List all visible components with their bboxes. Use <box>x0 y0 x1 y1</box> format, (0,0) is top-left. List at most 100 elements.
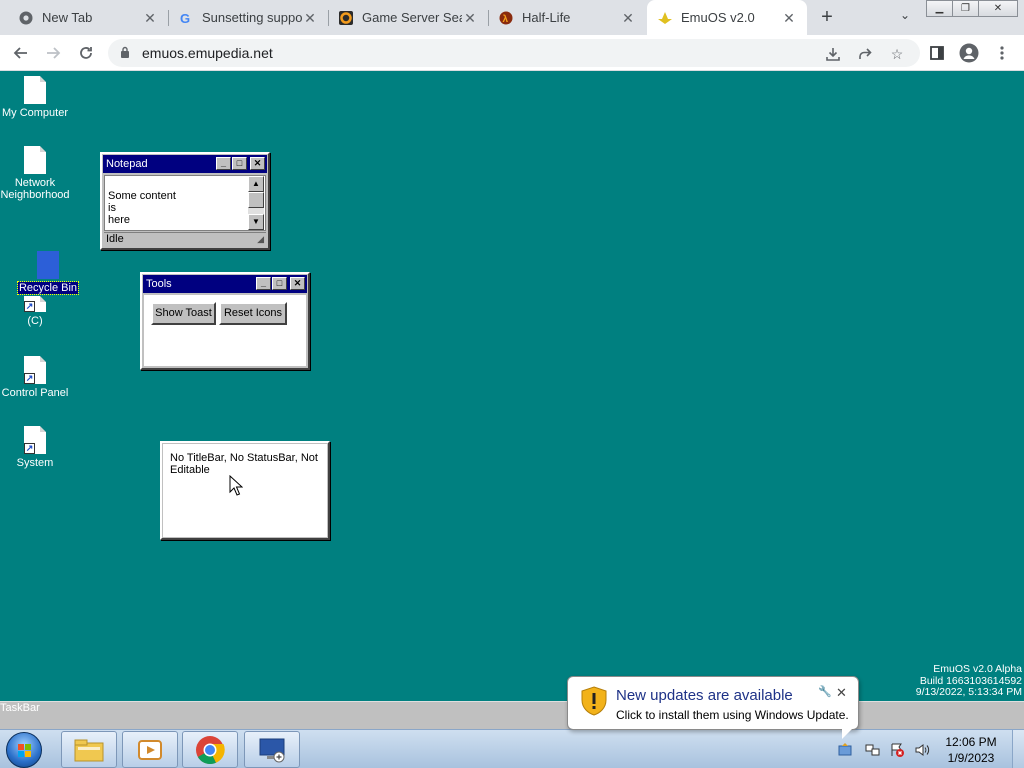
desktop-icon-my-computer[interactable]: My Computer <box>0 76 70 119</box>
close-icon[interactable]: ✕ <box>302 10 318 26</box>
start-button[interactable] <box>6 732 42 768</box>
browser-toolbar: emuos.emupedia.net ☆ <box>0 35 1024 71</box>
restore-button[interactable]: ❐ <box>952 0 979 17</box>
tab-search-button[interactable]: ⌄ <box>895 8 915 28</box>
scroll-thumb[interactable] <box>248 192 264 208</box>
action-center-icon[interactable] <box>889 742 905 758</box>
status-bar: Idle ◢ <box>104 232 266 246</box>
window-title: Tools <box>146 278 172 290</box>
tab-new-tab[interactable]: New Tab ✕ <box>8 0 168 35</box>
close-button[interactable]: ✕ <box>290 277 305 290</box>
emuos-icon <box>657 10 673 26</box>
build-info-line: 9/13/2022, 5:13:34 PM <box>915 686 1022 698</box>
text-line: here <box>108 214 131 226</box>
network-icon[interactable] <box>865 742 881 758</box>
wrench-icon[interactable]: 🔧 <box>818 685 832 698</box>
windows-update-icon[interactable] <box>837 742 853 758</box>
close-icon[interactable]: ✕ <box>142 10 158 26</box>
notepad-window[interactable]: Notepad _ □ ✕ Some content is here ▲ ▼ I… <box>100 152 270 250</box>
tab-sunsetting[interactable]: G Sunsetting suppo ✕ <box>168 0 328 35</box>
side-panel-button[interactable] <box>925 41 949 65</box>
close-icon[interactable]: ✕ <box>781 10 797 26</box>
emuos-taskbar[interactable]: TaskBar <box>0 701 1024 729</box>
taskbar-remote-desktop[interactable] <box>244 731 300 768</box>
windows-taskbar: 12:06 PM 1/9/2023 <box>0 729 1024 768</box>
desktop-icon-label: System <box>16 457 54 469</box>
windows-logo-icon <box>18 744 31 757</box>
scroll-down-button[interactable]: ▼ <box>248 214 264 230</box>
tools-titlebar[interactable]: Tools _ □ ✕ <box>143 275 307 293</box>
address-bar[interactable]: emuos.emupedia.net ☆ <box>108 39 920 67</box>
emuos-desktop[interactable]: My Computer Network Neighborhood Recycle… <box>0 71 1024 701</box>
volume-icon[interactable] <box>914 742 930 758</box>
new-tab-button[interactable]: + <box>815 6 839 30</box>
notification-title: New updates are available <box>616 687 793 704</box>
update-notification-balloon[interactable]: New updates are available Click to insta… <box>567 676 859 739</box>
close-icon[interactable]: ✕ <box>462 10 478 26</box>
plain-window[interactable]: No TitleBar, No StatusBar, Not Editable <box>160 441 330 540</box>
explorer-icon <box>74 739 104 761</box>
close-button[interactable]: ✕ <box>250 157 265 170</box>
close-icon[interactable]: ✕ <box>620 10 636 26</box>
tab-half-life[interactable]: λ Half-Life ✕ <box>488 0 646 35</box>
taskbar-explorer[interactable] <box>61 731 117 768</box>
share-icon[interactable] <box>856 45 874 63</box>
tools-content: Show Toast Reset Icons <box>144 295 306 366</box>
browser-tab-strip: New Tab ✕ G Sunsetting suppo ✕ Game Serv… <box>0 0 1024 35</box>
window-title: Notepad <box>106 158 148 170</box>
window-close-button[interactable]: ✕ <box>978 0 1018 17</box>
tab-title: Game Server Sea <box>362 10 462 25</box>
side-panel-icon <box>930 46 944 60</box>
build-info-line: EmuOS v2.0 Alpha <box>933 663 1022 675</box>
desktop-icon-control-panel[interactable]: ↗ Control Panel <box>0 356 70 399</box>
tab-emuos[interactable]: EmuOS v2.0 ✕ <box>647 0 807 35</box>
forward-button[interactable] <box>41 41 65 65</box>
desktop-icon-network-neighborhood[interactable]: Network Neighborhood <box>0 146 70 201</box>
kebab-menu-icon <box>1000 46 1004 60</box>
maximize-button[interactable]: □ <box>272 277 287 290</box>
taskbar-media-player[interactable] <box>122 731 178 768</box>
notepad-text-area[interactable]: Some content is here ▲ ▼ <box>104 175 266 231</box>
tab-title: Half-Life <box>522 10 571 25</box>
desktop-icon-label: My Computer <box>1 107 69 119</box>
tools-window[interactable]: Tools _ □ ✕ Show Toast Reset Icons <box>140 272 310 370</box>
notepad-titlebar[interactable]: Notepad _ □ ✕ <box>103 155 267 173</box>
taskbar-chrome[interactable] <box>182 731 238 768</box>
resize-grip-icon[interactable]: ◢ <box>257 233 264 246</box>
bookmark-star-icon[interactable]: ☆ <box>888 45 906 63</box>
tab-game-server[interactable]: Game Server Sea ✕ <box>328 0 488 35</box>
half-life-icon: λ <box>498 10 514 26</box>
minimize-button[interactable]: _ <box>256 277 271 290</box>
show-desktop-button[interactable] <box>1012 730 1024 768</box>
svg-text:λ: λ <box>503 14 509 25</box>
reload-button[interactable] <box>74 41 98 65</box>
system-clock[interactable]: 12:06 PM 1/9/2023 <box>938 734 1004 766</box>
warning-shield-icon <box>581 686 607 716</box>
text-line: is <box>108 202 116 214</box>
vertical-scrollbar[interactable]: ▲ ▼ <box>248 176 264 230</box>
profile-button[interactable] <box>957 41 981 65</box>
desktop-icon-system[interactable]: ↗ System <box>0 426 70 469</box>
clock-date: 1/9/2023 <box>947 751 995 765</box>
tab-title: Sunsetting suppo <box>202 10 302 25</box>
mouse-cursor-icon <box>229 475 243 496</box>
reset-icons-button[interactable]: Reset Icons <box>219 302 287 325</box>
media-player-icon <box>138 739 162 760</box>
minimize-button[interactable]: ▁ <box>926 0 953 17</box>
desktop-icon-recycle-bin[interactable]: Recycle Bin <box>13 251 83 295</box>
scroll-up-button[interactable]: ▲ <box>248 176 264 192</box>
control-panel-icon: ↗ <box>24 356 46 384</box>
arrow-right-icon <box>47 47 61 59</box>
address-text: emuos.emupedia.net <box>142 45 273 61</box>
install-app-icon[interactable] <box>824 45 842 63</box>
chrome-menu-button[interactable] <box>990 41 1014 65</box>
google-icon: G <box>178 10 194 26</box>
maximize-button[interactable]: □ <box>232 157 247 170</box>
text-line: Some content <box>108 190 176 202</box>
close-icon[interactable]: ✕ <box>836 685 847 701</box>
back-button[interactable] <box>9 41 33 65</box>
minimize-button[interactable]: _ <box>216 157 231 170</box>
show-toast-button[interactable]: Show Toast <box>151 302 216 325</box>
desktop-icon-drive-c[interactable]: ↗ (C) <box>0 296 70 327</box>
desktop-icon-label: (C) <box>27 315 43 327</box>
